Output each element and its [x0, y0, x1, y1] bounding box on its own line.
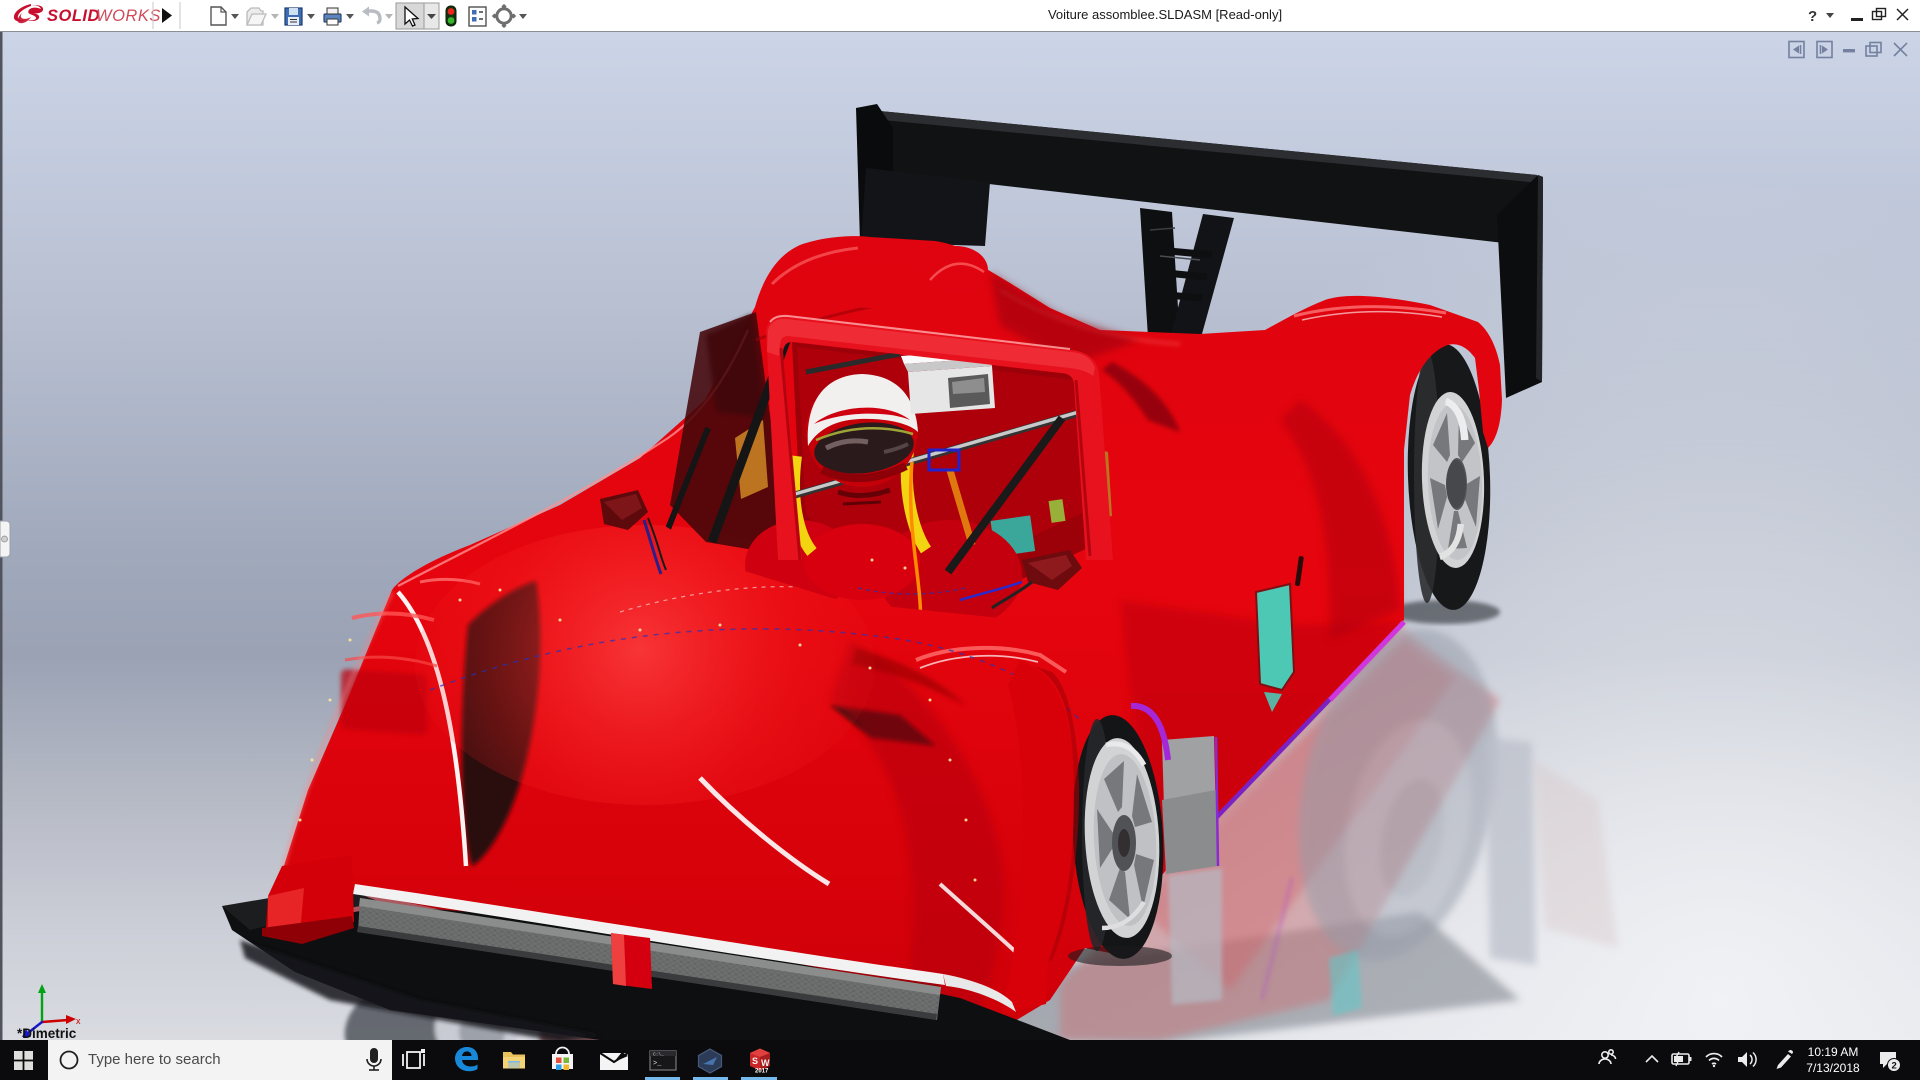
svg-text:*Dimetric: *Dimetric	[17, 1026, 77, 1041]
svg-text:C:\_: C:\_	[653, 1052, 664, 1058]
svg-text:SOLID: SOLID	[47, 7, 100, 25]
svg-text:2017: 2017	[755, 1069, 769, 1075]
svg-text:2: 2	[1892, 1061, 1897, 1072]
svg-text:W: W	[761, 1058, 770, 1068]
svg-text:WORKS: WORKS	[96, 7, 161, 25]
svg-text:S: S	[752, 1056, 758, 1066]
svg-text:x: x	[76, 1016, 81, 1026]
svg-text:>_: >_	[653, 1060, 662, 1068]
svg-text:?: ?	[1808, 8, 1817, 25]
